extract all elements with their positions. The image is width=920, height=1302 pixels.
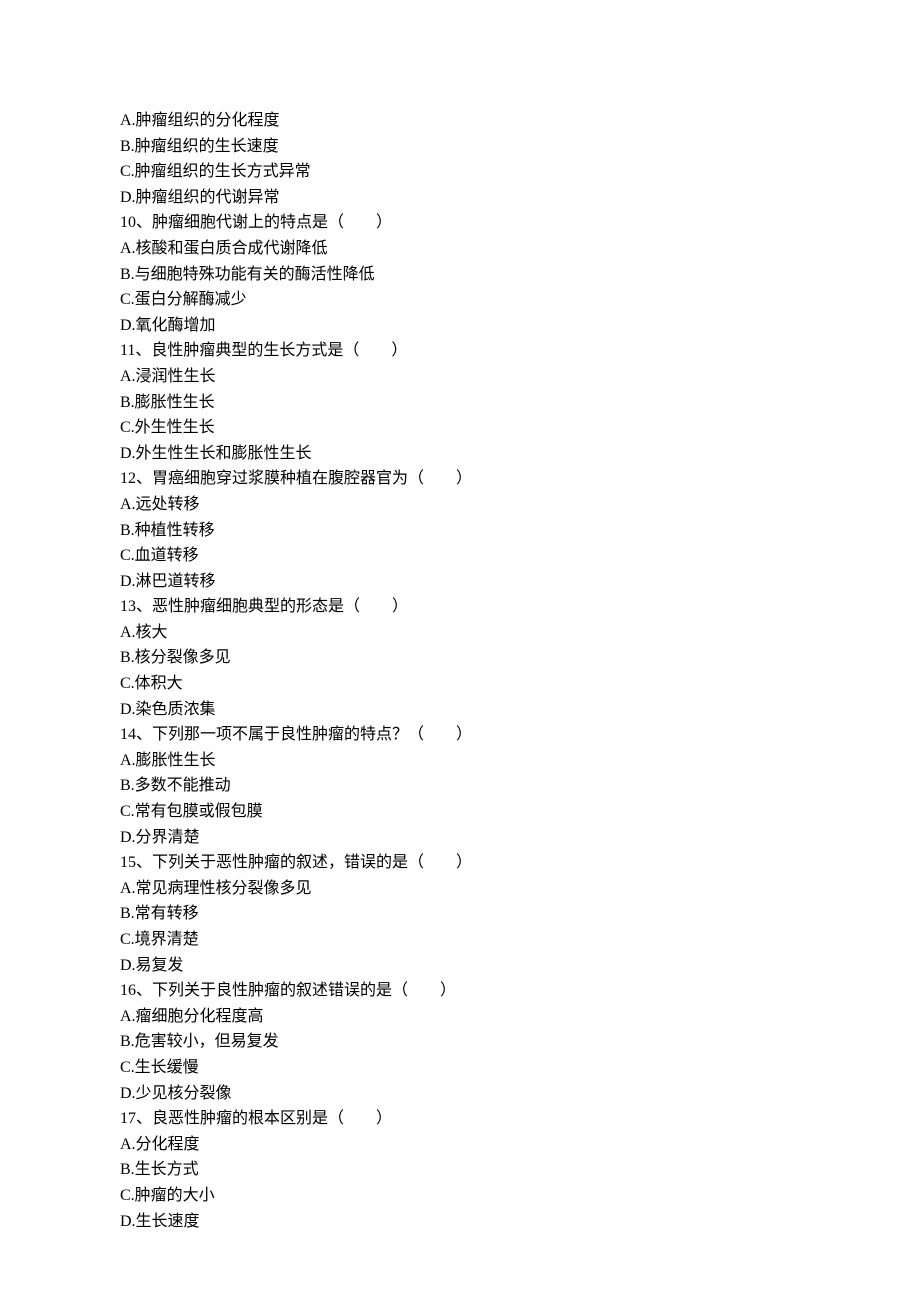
text-line: C.常有包膜或假包膜: [120, 799, 800, 825]
text-line: 17、良恶性肿瘤的根本区别是（ ）: [120, 1106, 800, 1132]
text-line: A.肿瘤组织的分化程度: [120, 108, 800, 134]
text-line: C.蛋白分解酶减少: [120, 287, 800, 313]
text-line: A.浸润性生长: [120, 364, 800, 390]
text-line: B.多数不能推动: [120, 773, 800, 799]
text-line: D.肿瘤组织的代谢异常: [120, 185, 800, 211]
document-body: A.肿瘤组织的分化程度B.肿瘤组织的生长速度C.肿瘤组织的生长方式异常D.肿瘤组…: [120, 108, 800, 1234]
text-line: C.生长缓慢: [120, 1055, 800, 1081]
text-line: 13、恶性肿瘤细胞典型的形态是（ ）: [120, 594, 800, 620]
text-line: D.分界清楚: [120, 825, 800, 851]
text-line: A.远处转移: [120, 492, 800, 518]
text-line: D.氧化酶增加: [120, 313, 800, 339]
text-line: 10、肿瘤细胞代谢上的特点是（ ）: [120, 210, 800, 236]
text-line: D.淋巴道转移: [120, 569, 800, 595]
text-line: A.核酸和蛋白质合成代谢降低: [120, 236, 800, 262]
text-line: C.境界清楚: [120, 927, 800, 953]
text-line: 15、下列关于恶性肿瘤的叙述，错误的是（ ）: [120, 850, 800, 876]
text-line: C.外生性生长: [120, 415, 800, 441]
text-line: C.肿瘤组织的生长方式异常: [120, 159, 800, 185]
text-line: A.瘤细胞分化程度高: [120, 1004, 800, 1030]
text-line: B.膨胀性生长: [120, 390, 800, 416]
text-line: A.核大: [120, 620, 800, 646]
text-line: B.种植性转移: [120, 518, 800, 544]
text-line: D.外生性生长和膨胀性生长: [120, 441, 800, 467]
text-line: A.膨胀性生长: [120, 748, 800, 774]
text-line: D.少见核分裂像: [120, 1081, 800, 1107]
text-line: C.血道转移: [120, 543, 800, 569]
text-line: B.生长方式: [120, 1157, 800, 1183]
text-line: B.危害较小，但易复发: [120, 1029, 800, 1055]
text-line: C.体积大: [120, 671, 800, 697]
text-line: 16、下列关于良性肿瘤的叙述错误的是（ ）: [120, 978, 800, 1004]
text-line: D.易复发: [120, 953, 800, 979]
text-line: 11、良性肿瘤典型的生长方式是（ ）: [120, 338, 800, 364]
text-line: 14、下列那一项不属于良性肿瘤的特点？（ ）: [120, 722, 800, 748]
text-line: B.肿瘤组织的生长速度: [120, 134, 800, 160]
text-line: B.常有转移: [120, 901, 800, 927]
text-line: D.生长速度: [120, 1209, 800, 1235]
text-line: 12、胃癌细胞穿过浆膜种植在腹腔器官为（ ）: [120, 466, 800, 492]
text-line: B.与细胞特殊功能有关的酶活性降低: [120, 262, 800, 288]
text-line: A.常见病理性核分裂像多见: [120, 876, 800, 902]
text-line: B.核分裂像多见: [120, 645, 800, 671]
text-line: A.分化程度: [120, 1132, 800, 1158]
text-line: C.肿瘤的大小: [120, 1183, 800, 1209]
text-line: D.染色质浓集: [120, 697, 800, 723]
